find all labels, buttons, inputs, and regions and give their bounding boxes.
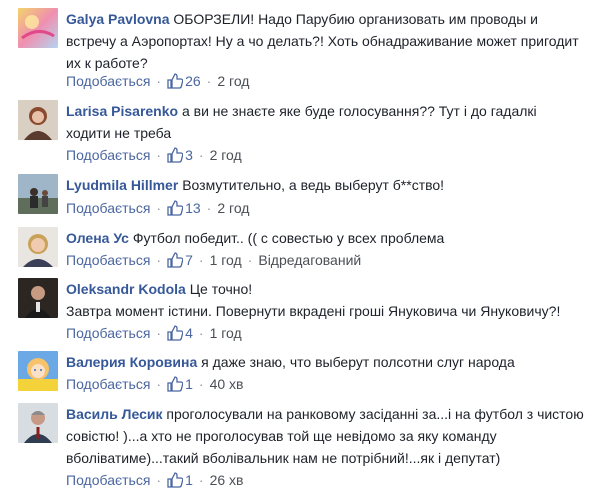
comment-timestamp[interactable]: 1 год xyxy=(210,252,242,268)
like-button[interactable]: Подобається xyxy=(66,200,150,216)
comment-timestamp[interactable]: 2 год xyxy=(217,200,249,216)
comment-text: Возмутительно, а ведь выберут б**ство! xyxy=(182,177,445,193)
like-count-value: 3 xyxy=(185,147,193,163)
like-button[interactable]: Подобається xyxy=(66,73,150,89)
like-button[interactable]: Подобається xyxy=(66,252,150,268)
like-count-value: 13 xyxy=(185,200,201,216)
like-button[interactable]: Подобається xyxy=(66,325,150,341)
comment-timestamp[interactable]: 2 год xyxy=(217,73,249,89)
comment-author[interactable]: Олена Ус xyxy=(66,230,129,246)
comment-text: я даже знаю, что выберут полсотни слуг н… xyxy=(201,354,515,370)
comment-body: Олена Ус Футбол победит.. (( с совестью … xyxy=(66,227,585,249)
like-count[interactable]: 7 xyxy=(167,252,193,268)
like-count[interactable]: 26 xyxy=(167,73,201,89)
comment-text: Це точно! xyxy=(189,281,253,297)
comment-author[interactable]: Lyudmila Hillmer xyxy=(66,177,178,193)
like-count[interactable]: 13 xyxy=(167,200,201,216)
thumbs-up-icon xyxy=(167,472,184,488)
like-button[interactable]: Подобається xyxy=(66,472,150,488)
like-button[interactable]: Подобається xyxy=(66,376,150,392)
thumbs-up-icon xyxy=(167,376,184,392)
avatar[interactable] xyxy=(18,174,58,214)
like-count[interactable]: 3 xyxy=(167,147,193,163)
avatar[interactable] xyxy=(18,100,58,140)
comment-actions: Подобається · 13 · 2 год xyxy=(66,200,250,216)
comment-actions: Подобається · 7 · 1 год · Відредагований xyxy=(66,252,362,268)
avatar[interactable] xyxy=(18,351,58,391)
like-count-value: 7 xyxy=(185,252,193,268)
comment-actions: Подобається · 1 · 40 хв xyxy=(66,376,244,392)
comment-text-line: Завтра момент істини. Повернути вкрадені… xyxy=(66,303,561,319)
thumbs-up-icon xyxy=(167,147,184,163)
comment-timestamp[interactable]: 26 хв xyxy=(210,472,244,488)
comment-author[interactable]: Oleksandr Kodola xyxy=(66,281,186,297)
comment-author[interactable]: Larisa Pisarenko xyxy=(66,103,178,119)
comment-timestamp[interactable]: 40 хв xyxy=(210,376,244,392)
avatar[interactable] xyxy=(18,227,58,267)
thumbs-up-icon xyxy=(167,200,184,216)
avatar[interactable] xyxy=(18,403,58,443)
edited-link[interactable]: Відредагований xyxy=(258,252,361,268)
thumbs-up-icon xyxy=(167,73,184,89)
comment-text: Футбол победит.. (( с совестью у всех пр… xyxy=(132,230,445,246)
comment-actions: Подобається · 3 · 2 год xyxy=(66,147,242,163)
like-count-value: 1 xyxy=(185,376,193,392)
comment-body: Larisa Pisarenko а ви не знаєте яке буде… xyxy=(66,100,585,144)
like-count[interactable]: 1 xyxy=(167,376,193,392)
avatar[interactable] xyxy=(18,278,58,318)
comment-author[interactable]: Валерия Коровина xyxy=(66,354,197,370)
comment-thread: Galya Pavlovna ОБОРЗЕЛИ! Надо Парубию ор… xyxy=(0,0,605,496)
thumbs-up-icon xyxy=(167,252,184,268)
comment-actions: Подобається · 26 · 2 год xyxy=(66,73,250,89)
avatar[interactable] xyxy=(18,8,58,48)
comment-author[interactable]: Василь Лесик xyxy=(66,406,163,422)
like-count[interactable]: 1 xyxy=(167,472,193,488)
comment-timestamp[interactable]: 2 год xyxy=(210,147,242,163)
like-count[interactable]: 4 xyxy=(167,325,193,341)
comment-timestamp[interactable]: 1 год xyxy=(210,325,242,341)
comment-body: Валерия Коровина я даже знаю, что выберу… xyxy=(66,351,585,373)
comment-actions: Подобається · 1 · 26 хв xyxy=(66,472,244,488)
comment-body: Василь Лесик проголосували на ранковому … xyxy=(66,403,585,469)
like-count-value: 26 xyxy=(185,73,201,89)
comment-body: Lyudmila Hillmer Возмутительно, а ведь в… xyxy=(66,174,585,196)
like-button[interactable]: Подобається xyxy=(66,147,150,163)
comment-body: Oleksandr Kodola Це точно! Завтра момент… xyxy=(66,278,585,322)
like-count-value: 1 xyxy=(185,472,193,488)
comment-author[interactable]: Galya Pavlovna xyxy=(66,11,170,27)
comment-body: Galya Pavlovna ОБОРЗЕЛИ! Надо Парубию ор… xyxy=(66,8,585,74)
comment-actions: Подобається · 4 · 1 год xyxy=(66,325,242,341)
like-count-value: 4 xyxy=(185,325,193,341)
thumbs-up-icon xyxy=(167,325,184,341)
